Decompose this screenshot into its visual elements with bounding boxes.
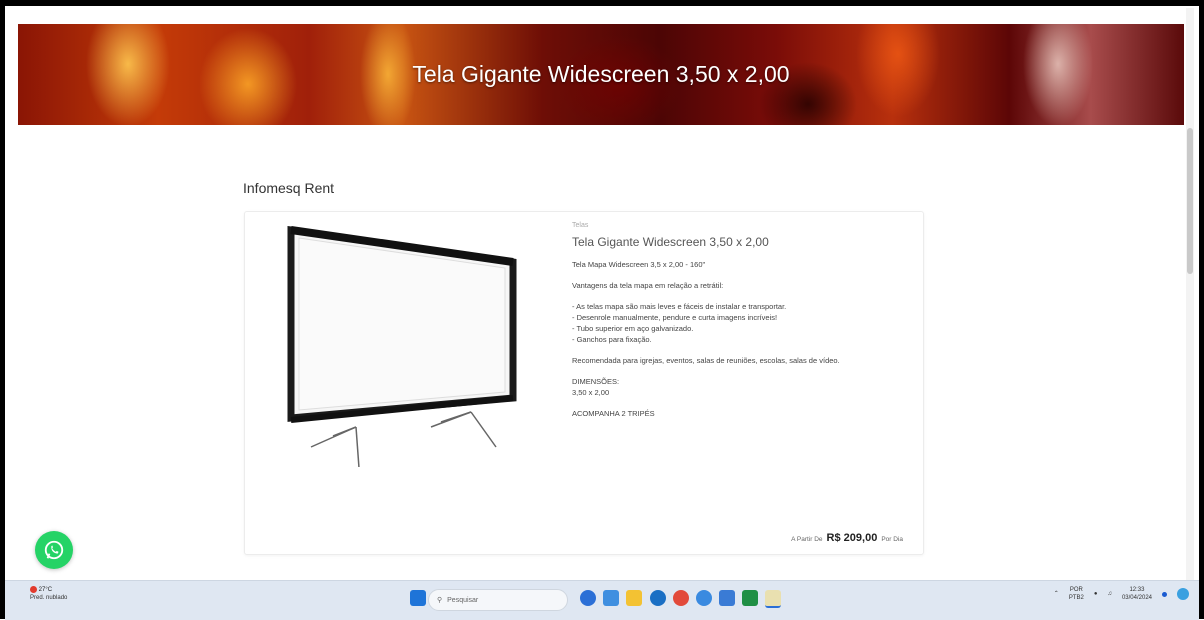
- price-row: A Partir De R$ 209,00 Por Dia: [791, 532, 903, 544]
- chevron-up-icon[interactable]: ⌃: [1054, 590, 1059, 598]
- wifi-icon[interactable]: ●: [1094, 590, 1098, 598]
- system-tray: ⌃ POR PTB2 ● ♫ 12:33 03/04/2024: [1054, 586, 1189, 602]
- active-app-icon[interactable]: [765, 590, 781, 608]
- store-icon[interactable]: [603, 590, 619, 606]
- clock[interactable]: 12:33 03/04/2024: [1122, 586, 1152, 602]
- weather-icon: [30, 586, 37, 593]
- list-item: - Tubo superior em aço galvanizado.: [572, 324, 694, 333]
- store-name[interactable]: Infomesq Rent: [243, 180, 334, 196]
- advantages-list: - As telas mapa são mais leves e fáceis …: [572, 301, 902, 345]
- clock-date: 03/04/2024: [1121, 595, 1152, 601]
- hero-title: Tela Gigante Widescreen 3,50 x 2,00: [412, 61, 790, 87]
- hero-banner: Tela Gigante Widescreen 3,50 x 2,00: [18, 24, 1184, 125]
- projection-screen-image: [287, 225, 517, 467]
- dimensions: DIMENSÕES: 3,50 x 2,00: [572, 376, 902, 398]
- product-subtitle: Tela Mapa Widescreen 3,5 x 2,00 - 160": [572, 260, 706, 269]
- weather-temp: 27°C: [38, 587, 53, 594]
- edge-icon[interactable]: [650, 590, 666, 606]
- product-card: Telas Tela Gigante Widescreen 3,50 x 2,0…: [244, 211, 924, 555]
- price-prefix: A Partir De: [791, 536, 823, 543]
- task-view-icon[interactable]: [580, 590, 596, 606]
- product-category[interactable]: Telas: [572, 220, 902, 231]
- taskbar-search[interactable]: ⚲ Pesquisar: [428, 589, 568, 611]
- language-code: POR: [1069, 587, 1083, 593]
- product-info: Telas Tela Gigante Widescreen 3,50 x 2,0…: [572, 220, 902, 429]
- weather-desc: Pred. nublado: [30, 595, 68, 602]
- whatsapp-button[interactable]: [35, 531, 73, 569]
- browser-viewport: Tela Gigante Widescreen 3,50 x 2,00 Info…: [8, 8, 1194, 580]
- dimensions-label: DIMENSÕES:: [572, 377, 620, 386]
- windows-start-icon[interactable]: [410, 590, 426, 606]
- window-border-top: [0, 0, 1204, 6]
- recommended-text: Recomendada para igrejas, eventos, salas…: [572, 356, 840, 365]
- clock-time: 12:33: [1129, 587, 1145, 593]
- price-suffix: Por Dia: [881, 536, 903, 543]
- language-indicator[interactable]: POR PTB2: [1069, 586, 1084, 602]
- dimensions-value: 3,50 x 2,00: [572, 388, 610, 397]
- whatsapp-icon: [44, 540, 64, 560]
- advantages-heading: Vantagens da tela mapa em relação a retr…: [572, 281, 724, 290]
- search-icon: ⚲: [437, 597, 443, 604]
- vertical-scrollbar[interactable]: [1186, 8, 1194, 580]
- weather-widget[interactable]: 27°C Pred. nublado: [30, 586, 67, 602]
- product-title: Tela Gigante Widescreen 3,50 x 2,00: [572, 235, 769, 249]
- file-explorer-icon[interactable]: [626, 590, 642, 606]
- scrollbar-thumb[interactable]: [1187, 128, 1193, 274]
- search-placeholder: Pesquisar: [447, 596, 479, 604]
- window-border-right: [1199, 0, 1204, 619]
- keyboard-layout: PTB2: [1068, 595, 1084, 601]
- windows-taskbar: 27°C Pred. nublado ⚲ Pesquisar ⌃ POR PTB…: [5, 580, 1199, 620]
- app-icon[interactable]: [719, 590, 735, 606]
- accessory-text: ACOMPANHA 2 TRIPÉS: [572, 409, 655, 418]
- app-icon[interactable]: [673, 590, 689, 606]
- notification-dot-icon: [1162, 591, 1167, 597]
- list-item: - As telas mapa são mais leves e fáceis …: [572, 302, 787, 311]
- volume-icon[interactable]: ♫: [1107, 590, 1112, 598]
- list-item: - Ganchos para fixação.: [572, 335, 652, 344]
- price-value: R$ 209,00: [826, 532, 878, 544]
- app-icon[interactable]: [742, 590, 758, 606]
- window-border-left: [0, 0, 5, 619]
- copilot-icon[interactable]: [1177, 588, 1189, 600]
- list-item: - Desenrole manualmente, pendure e curta…: [572, 313, 778, 322]
- product-description: Tela Mapa Widescreen 3,5 x 2,00 - 160" V…: [572, 259, 902, 419]
- chrome-icon[interactable]: [696, 590, 712, 606]
